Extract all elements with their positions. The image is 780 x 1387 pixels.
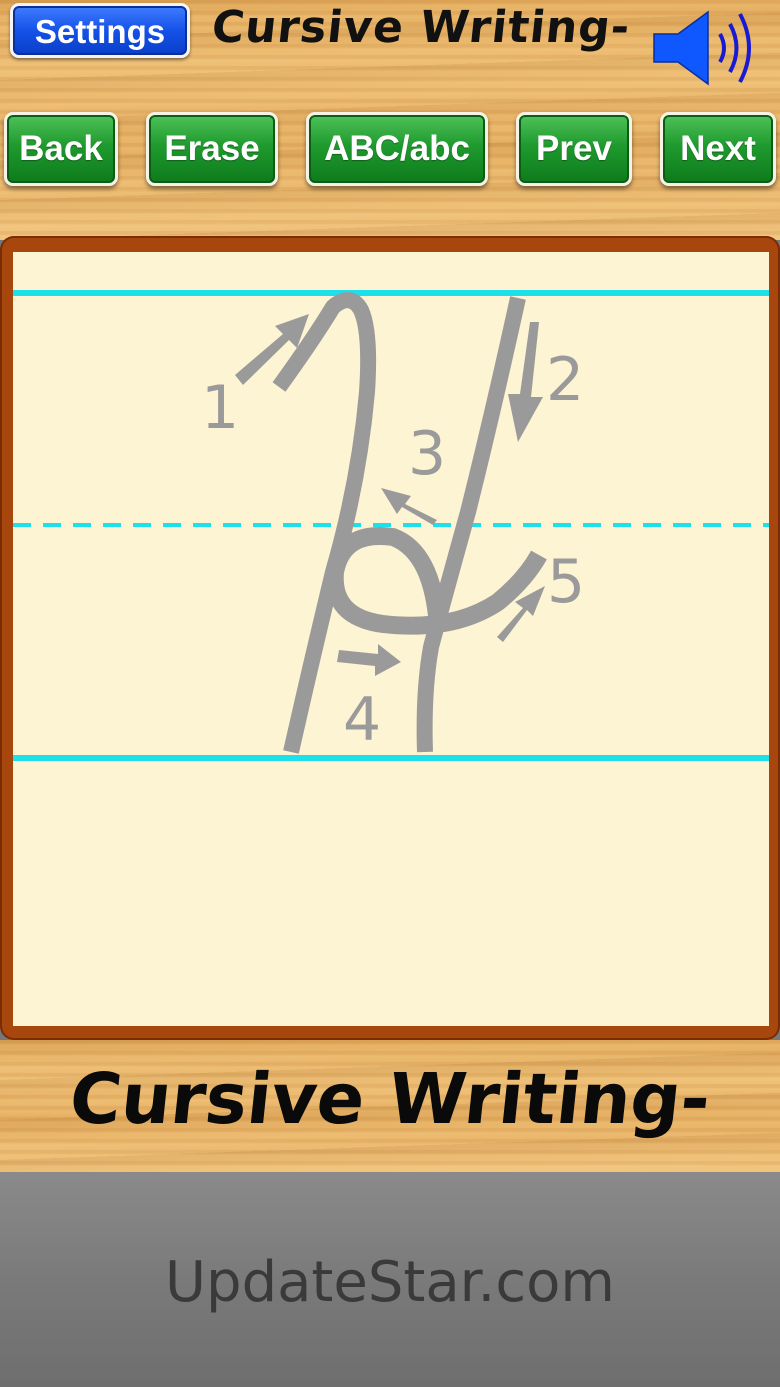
- next-button[interactable]: Next: [660, 112, 776, 186]
- settings-button[interactable]: Settings: [10, 3, 190, 58]
- case-toggle-button[interactable]: ABC/abc: [306, 112, 488, 186]
- ad-area: UpdateStar.com: [0, 1172, 780, 1387]
- prev-button[interactable]: Prev: [516, 112, 632, 186]
- back-button[interactable]: Back: [4, 112, 118, 186]
- footer-banner: Cursive Writing-: [0, 1040, 780, 1172]
- erase-button[interactable]: Erase: [146, 112, 278, 186]
- stroke-number-3: 3: [408, 419, 446, 489]
- writing-canvas[interactable]: 1 2 3 4 5: [13, 252, 769, 1026]
- app-title: Cursive Writing-: [209, 2, 633, 53]
- speaker-icon[interactable]: [650, 8, 760, 88]
- footer-title: Cursive Writing-: [65, 1058, 715, 1140]
- stroke-number-4: 4: [343, 685, 381, 755]
- letter-guide: 1 2 3 4 5: [13, 290, 769, 761]
- watermark-text: UpdateStar.com: [165, 1250, 615, 1315]
- top-toolbar: Settings Cursive Writing- Back Erase ABC…: [0, 0, 780, 240]
- writing-board: 1 2 3 4 5: [0, 236, 780, 1040]
- stroke-number-2: 2: [546, 345, 584, 415]
- stroke-number-5: 5: [547, 547, 585, 617]
- stroke-number-1: 1: [201, 373, 239, 443]
